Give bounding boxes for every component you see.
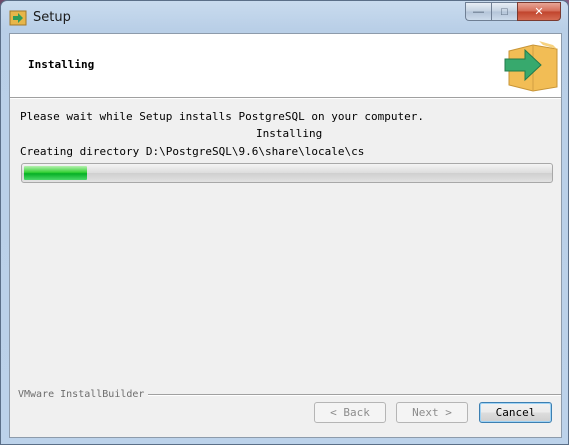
setup-app-icon — [9, 10, 27, 26]
status-text: Installing — [256, 127, 323, 140]
window-title: Setup — [33, 10, 71, 25]
dialog-client-area: Installing Please wait while Setup insta… — [9, 33, 562, 438]
minimize-button[interactable]: — — [465, 2, 491, 21]
setup-window: Setup — □ ✕ Installing Please wait while… — [0, 0, 569, 445]
maximize-button[interactable]: □ — [491, 2, 517, 21]
header-separator — [10, 97, 561, 99]
wizard-header: Installing — [10, 34, 561, 97]
wait-message: Please wait while Setup installs Postgre… — [20, 110, 424, 123]
progress-fill — [24, 166, 88, 180]
cancel-button[interactable]: Cancel — [479, 402, 552, 423]
detail-text: Creating directory D:\PostgreSQL\9.6\sha… — [20, 145, 365, 158]
page-title: Installing — [28, 58, 95, 71]
install-box-arrow-icon — [504, 41, 558, 92]
install-progress-bar — [21, 163, 553, 183]
footer-separator — [148, 394, 561, 396]
back-button[interactable]: < Back — [314, 402, 386, 423]
title-bar[interactable]: Setup — □ ✕ — [1, 1, 568, 33]
close-button[interactable]: ✕ — [517, 2, 561, 21]
next-button[interactable]: Next > — [396, 402, 468, 423]
caption-buttons: — □ ✕ — [465, 2, 561, 22]
installer-brand: VMware InstallBuilder — [18, 389, 145, 400]
